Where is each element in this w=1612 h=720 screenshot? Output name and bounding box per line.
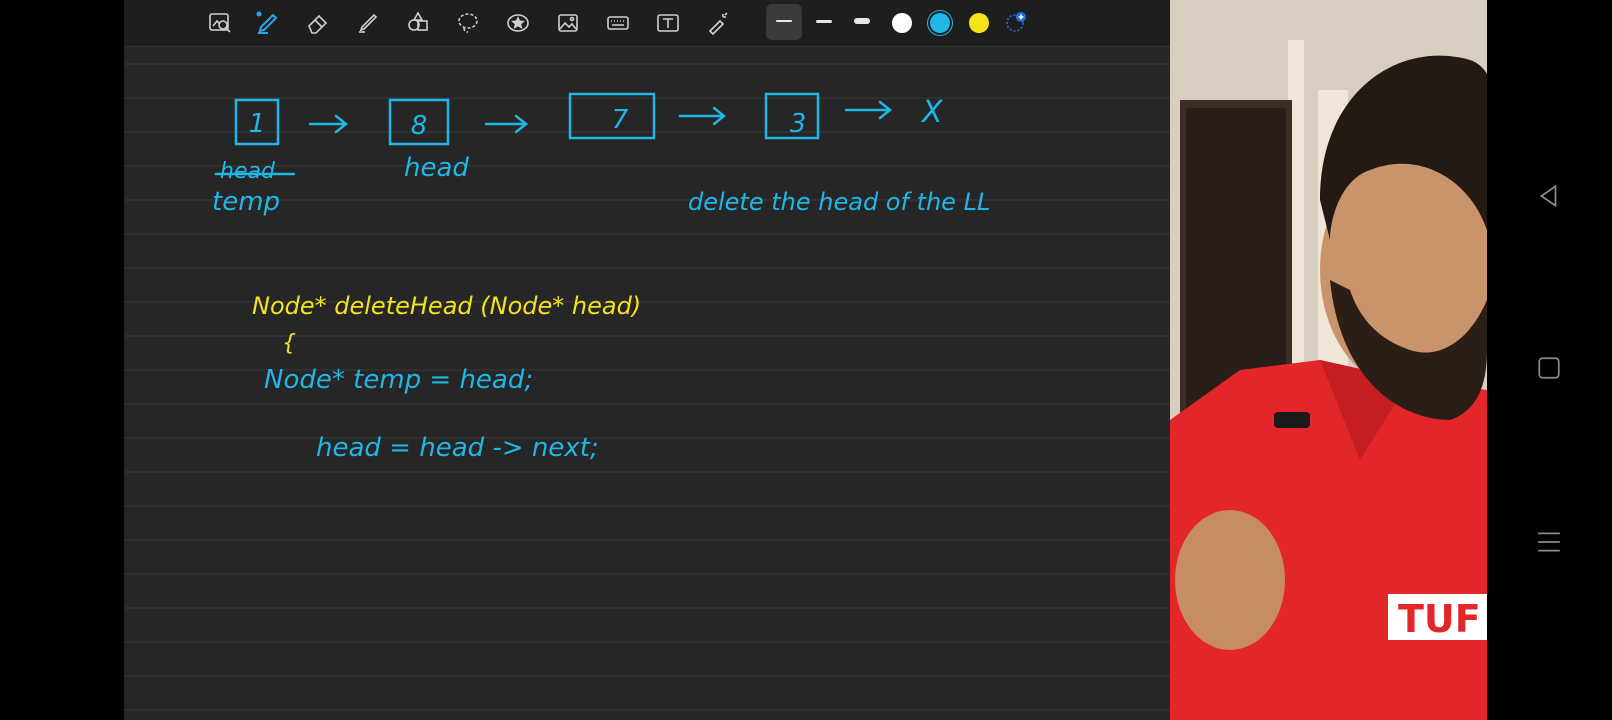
back-icon[interactable] <box>1533 180 1565 212</box>
arrow-8-to-7 <box>484 114 529 134</box>
video-player: 1 8 7 3 X head temp head delete the head… <box>124 0 1487 720</box>
null-marker: X <box>920 95 944 130</box>
arrow-1-to-8 <box>308 114 349 134</box>
code-line-brace: { <box>282 331 296 356</box>
arrow-3-to-null <box>844 100 893 120</box>
shirt-logo: TUF <box>1398 597 1481 641</box>
home-icon[interactable] <box>1533 352 1565 384</box>
label-head: head <box>404 153 469 183</box>
node-value-7: 7 <box>612 105 629 135</box>
caption: delete the head of the LL <box>688 188 990 216</box>
hand <box>1175 510 1285 650</box>
label-temp: temp <box>212 187 280 217</box>
node-value-3: 3 <box>790 109 807 139</box>
lapel-mic <box>1274 412 1310 428</box>
android-nav-bar <box>1487 0 1612 720</box>
notes-canvas: 1 8 7 3 X head temp head delete the head… <box>124 0 1170 720</box>
code-line-temp: Node* temp = head; <box>264 365 533 395</box>
node-value-8: 8 <box>411 111 428 141</box>
code-line-next: head = head -> next; <box>316 433 599 463</box>
node-value-1: 1 <box>249 109 266 139</box>
code-line-signature: Node* deleteHead (Node* head) <box>252 292 641 320</box>
handwriting-canvas[interactable]: 1 8 7 3 X head temp head delete the head… <box>124 0 1170 720</box>
presenter-camera: TUF <box>1170 0 1487 720</box>
label-head-struck: head <box>220 159 276 184</box>
recents-icon[interactable] <box>1533 526 1565 558</box>
arrow-7-to-3 <box>678 106 727 126</box>
